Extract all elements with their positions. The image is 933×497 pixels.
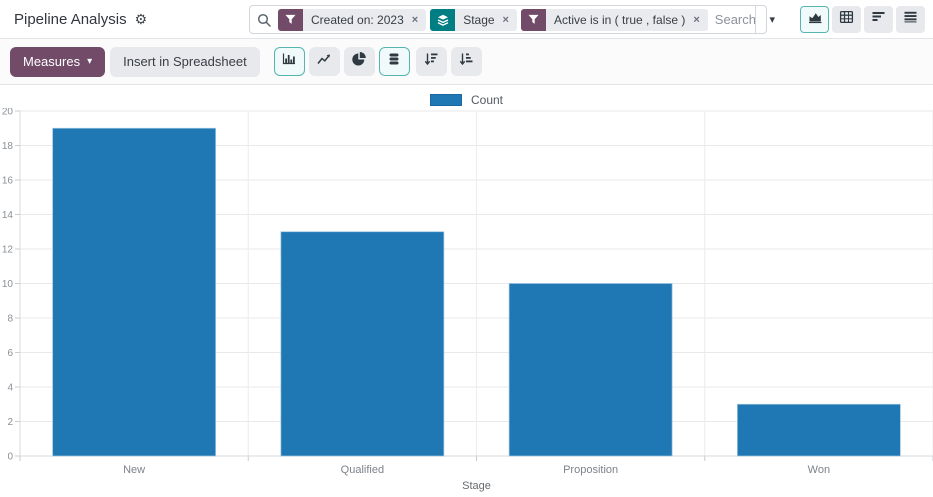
sort-ascending-icon — [458, 52, 474, 71]
filter-funnel-icon — [521, 9, 546, 31]
facet-label: Active is in ( true , false ) — [546, 9, 692, 31]
stacked-toggle-button[interactable] — [379, 47, 410, 76]
pie-chart-icon — [351, 51, 367, 72]
gear-icon[interactable]: ⚙ — [135, 12, 148, 26]
pivot-table-icon — [839, 10, 854, 29]
sort-descending-button[interactable] — [416, 47, 447, 76]
search-bar[interactable]: Created on: 2023 × Stage × — [249, 5, 767, 34]
chart-legend[interactable]: Count — [0, 85, 933, 108]
cohort-icon — [871, 10, 886, 29]
svg-text:New: New — [123, 464, 145, 476]
svg-text:18: 18 — [2, 141, 14, 152]
bar-chart-icon — [281, 52, 297, 71]
bar-chart-canvas[interactable]: 0 2 4 6 8 10 12 14 16 18 20 New Qualified Proposition… — [0, 108, 933, 497]
measures-button[interactable]: Measures ▾ — [10, 47, 105, 77]
sort-ascending-button[interactable] — [451, 47, 482, 76]
facet-remove-icon[interactable]: × — [692, 9, 707, 31]
view-switcher — [800, 6, 925, 33]
sort-descending-icon — [423, 52, 439, 71]
svg-text:2: 2 — [7, 417, 13, 428]
svg-text:14: 14 — [2, 210, 14, 221]
stacked-icon — [387, 52, 401, 71]
facet-filter-active[interactable]: Active is in ( true , false ) × — [521, 9, 708, 31]
facet-remove-icon[interactable]: × — [411, 9, 426, 31]
svg-text:Qualified: Qualified — [341, 464, 384, 476]
view-list-button[interactable] — [896, 6, 925, 33]
search-input[interactable] — [715, 6, 755, 33]
caret-down-icon: ▾ — [87, 57, 92, 67]
search-dropdown-toggle[interactable]: ▾ — [755, 6, 789, 33]
svg-text:0: 0 — [7, 452, 13, 463]
line-chart-button[interactable] — [309, 47, 340, 76]
legend-label: Count — [471, 93, 503, 107]
area-chart-icon — [807, 10, 823, 29]
chart-section: Count 0 2 4 6 8 10 12 14 16 18 20 New Qualified Propo… — [0, 85, 933, 497]
filter-funnel-icon — [278, 9, 303, 31]
svg-text:8: 8 — [7, 314, 13, 325]
view-pivot-button[interactable] — [832, 6, 861, 33]
page-title: Pipeline Analysis — [14, 11, 127, 28]
svg-text:Proposition: Proposition — [563, 464, 618, 476]
facet-label: Created on: 2023 — [303, 9, 411, 31]
sort-buttons — [416, 47, 482, 76]
facet-groupby-stage[interactable]: Stage × — [430, 9, 517, 31]
svg-text:Won: Won — [808, 464, 830, 476]
svg-text:Stage: Stage — [462, 480, 491, 492]
svg-text:6: 6 — [7, 348, 13, 359]
line-chart-icon — [316, 52, 332, 71]
caret-down-icon: ▾ — [770, 13, 776, 26]
view-cohort-button[interactable] — [864, 6, 893, 33]
svg-text:20: 20 — [2, 108, 14, 118]
search-icon — [257, 13, 271, 27]
layers-icon — [430, 9, 455, 31]
svg-text:10: 10 — [2, 279, 14, 290]
bar-chart-button[interactable] — [274, 47, 305, 76]
svg-text:16: 16 — [2, 176, 14, 187]
legend-swatch — [430, 94, 462, 106]
chart-type-buttons — [274, 47, 410, 76]
facet-label: Stage — [455, 9, 501, 31]
top-navbar: Pipeline Analysis ⚙ Created on: 2023 × — [0, 0, 933, 39]
facet-filter-created-on[interactable]: Created on: 2023 × — [278, 9, 426, 31]
svg-text:4: 4 — [7, 383, 13, 394]
list-icon — [903, 10, 918, 29]
facet-remove-icon[interactable]: × — [502, 9, 517, 31]
pie-chart-button[interactable] — [344, 47, 375, 76]
control-panel: Measures ▾ Insert in Spreadsheet — [0, 39, 933, 85]
search-facets: Created on: 2023 × Stage × — [278, 9, 708, 31]
view-graph-button[interactable] — [800, 6, 829, 33]
svg-text:12: 12 — [2, 245, 14, 256]
insert-in-spreadsheet-button[interactable]: Insert in Spreadsheet — [110, 47, 260, 77]
